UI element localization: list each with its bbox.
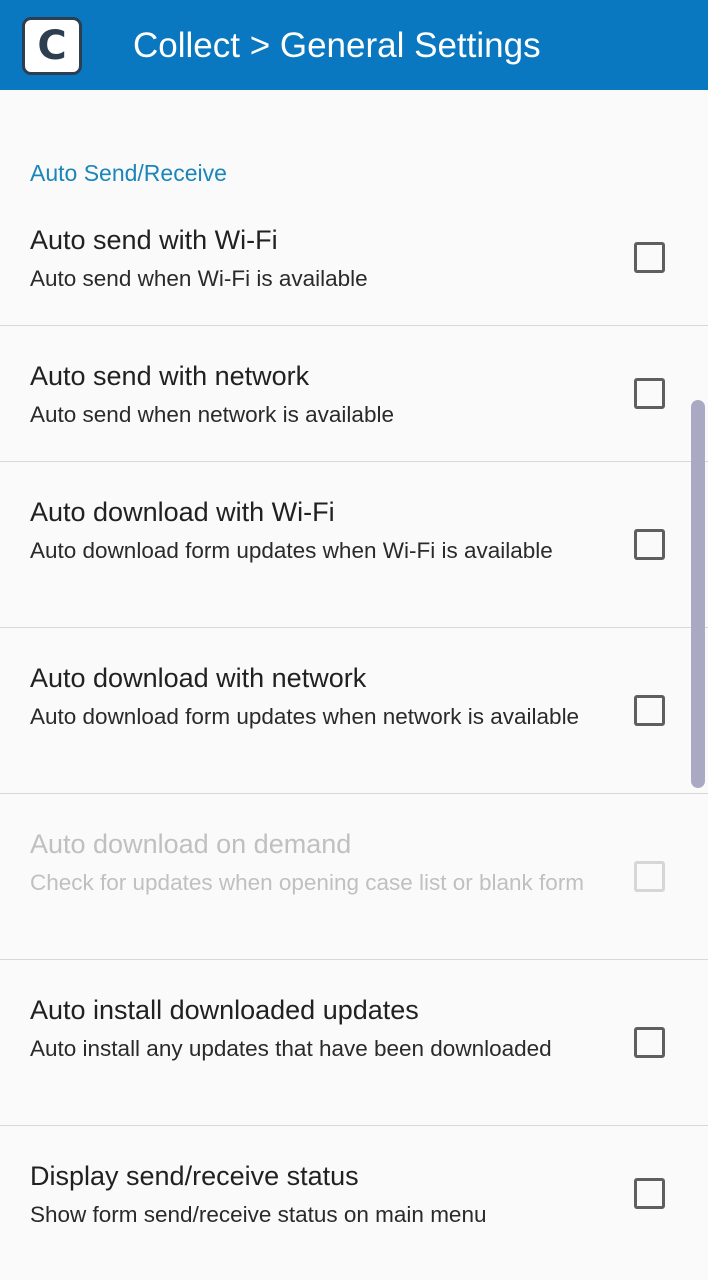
settings-list[interactable]: Auto Send/Receive Auto send with Wi-Fi A… — [0, 90, 708, 1280]
pref-title: Auto install downloaded updates — [30, 995, 419, 1025]
pref-title: Display send/receive status — [30, 1161, 359, 1191]
checkbox-display-send-receive-status[interactable] — [634, 1178, 665, 1209]
pref-title: Auto send with Wi-Fi — [30, 225, 278, 255]
pref-summary: Auto download form updates when network … — [30, 704, 580, 729]
pref-summary: Auto send when Wi-Fi is available — [30, 266, 368, 291]
pref-summary: Auto download form updates when Wi-Fi is… — [30, 538, 553, 563]
section-header: Auto Send/Receive — [30, 160, 227, 186]
pref-title: Auto send with network — [30, 361, 310, 391]
pref-auto-download-network[interactable]: Auto download with network Auto download… — [0, 628, 708, 794]
app-logo-icon[interactable]: C — [22, 17, 82, 75]
checkbox-auto-install-updates[interactable] — [634, 1027, 665, 1058]
pref-auto-install-updates[interactable]: Auto install downloaded updates Auto ins… — [0, 960, 708, 1126]
pref-summary: Auto install any updates that have been … — [30, 1036, 552, 1061]
checkbox-auto-download-on-demand — [634, 861, 665, 892]
pref-display-send-receive-status[interactable]: Display send/receive status Show form se… — [0, 1126, 708, 1280]
pref-auto-send-wifi[interactable]: Auto send with Wi-Fi Auto send when Wi-F… — [0, 206, 708, 326]
pref-summary: Check for updates when opening case list… — [30, 870, 585, 895]
checkbox-auto-download-network[interactable] — [634, 695, 665, 726]
pref-title: Auto download with network — [30, 663, 367, 693]
page-title: Collect > General Settings — [133, 26, 541, 65]
pref-summary: Show form send/receive status on main me… — [30, 1202, 487, 1227]
checkbox-auto-send-network[interactable] — [634, 378, 665, 409]
pref-title: Auto download with Wi-Fi — [30, 497, 335, 527]
pref-title: Auto download on demand — [30, 829, 352, 859]
checkbox-auto-download-wifi[interactable] — [634, 529, 665, 560]
checkbox-auto-send-wifi[interactable] — [634, 242, 665, 273]
scrollbar[interactable] — [691, 400, 705, 788]
pref-auto-send-network[interactable]: Auto send with network Auto send when ne… — [0, 326, 708, 462]
pref-auto-download-wifi[interactable]: Auto download with Wi-Fi Auto download f… — [0, 462, 708, 628]
pref-summary: Auto send when network is available — [30, 402, 394, 427]
app-bar: C Collect > General Settings — [0, 0, 708, 90]
pref-auto-download-on-demand: Auto download on demand Check for update… — [0, 794, 708, 960]
